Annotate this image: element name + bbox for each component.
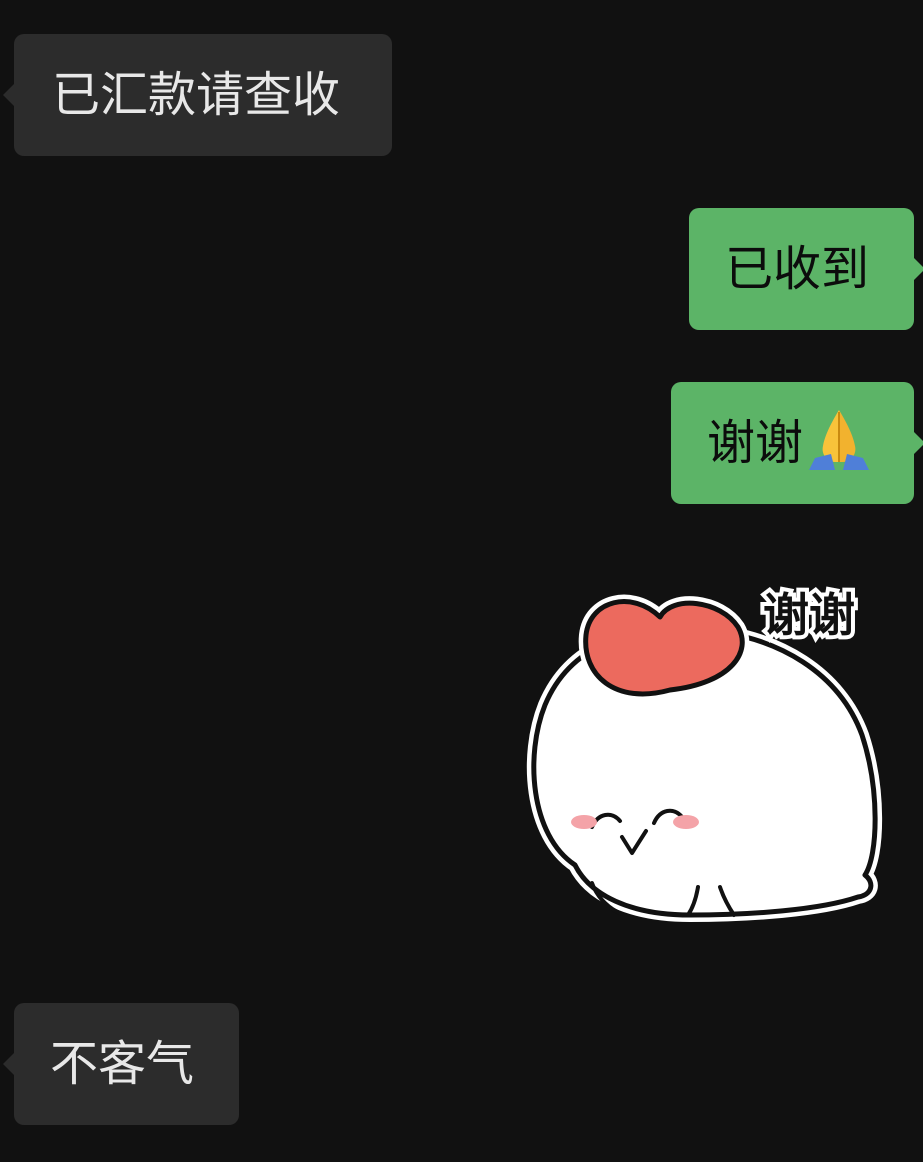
message-text: 谢谢 — [707, 415, 804, 471]
sticker-heart-mochi[interactable]: 谢谢 — [520, 565, 915, 940]
message-text: 已收到 — [725, 241, 870, 297]
message-bubble-outgoing[interactable]: 谢谢 — [671, 382, 923, 504]
bubble-tail — [914, 432, 923, 454]
folded-hands-icon — [805, 406, 873, 480]
bubble-tail — [914, 258, 923, 280]
message-bubble-outgoing[interactable]: 已收到 — [689, 208, 923, 330]
message-bubble-incoming[interactable]: 不客气 — [3, 1003, 239, 1125]
message-bubble-incoming[interactable]: 已汇款请查收 — [3, 34, 392, 156]
message-text: 不客气 — [50, 1036, 195, 1092]
bubble-tail — [3, 1053, 14, 1075]
bubble-tail — [3, 84, 14, 106]
sticker-caption: 谢谢 — [763, 588, 855, 642]
heart-icon — [578, 594, 750, 701]
message-text: 已汇款请查收 — [52, 67, 341, 123]
